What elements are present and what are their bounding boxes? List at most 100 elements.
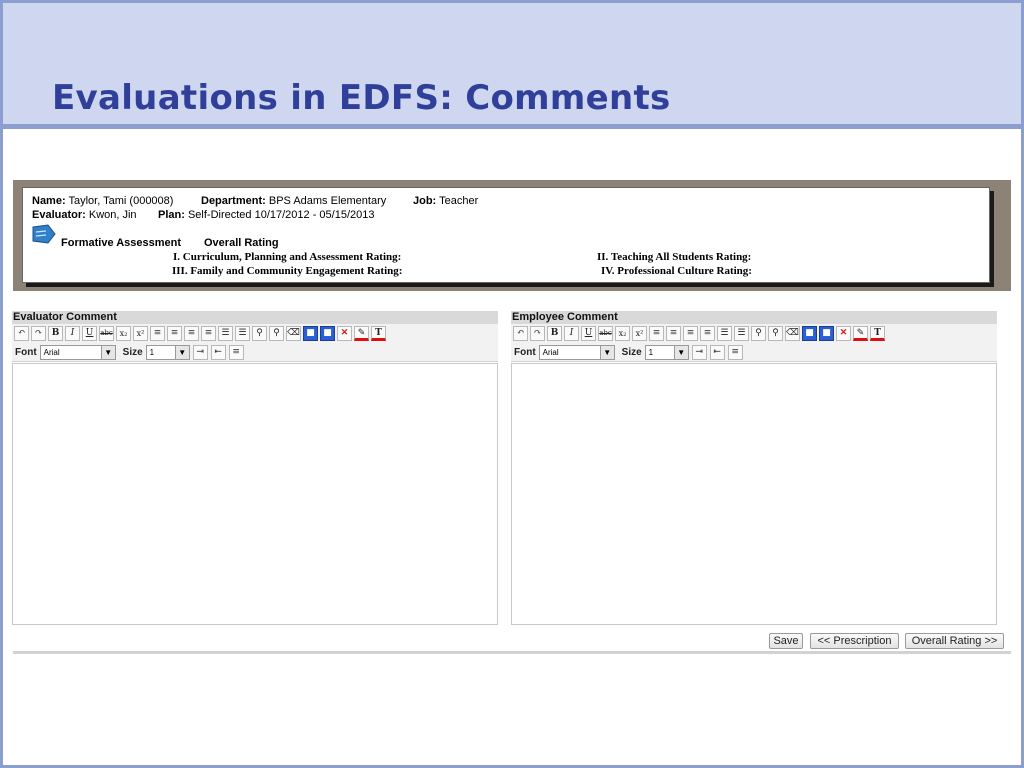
text-color-icon[interactable]: T	[870, 326, 885, 341]
eraser-icon[interactable]: ⌫	[286, 326, 301, 341]
font-label: Font	[514, 346, 536, 358]
ordered-list-icon[interactable]: ☰	[717, 326, 732, 341]
overall-rating-label: Overall Rating	[204, 237, 279, 249]
indent-icon[interactable]: ⇥	[192, 344, 208, 360]
teaching-rating-label: II. Teaching All Students Rating:	[597, 251, 752, 263]
department-label: Department:	[201, 195, 266, 207]
save-button[interactable]: Save	[769, 633, 803, 649]
bold-button[interactable]: B	[547, 326, 562, 341]
job-value: Teacher	[439, 195, 479, 207]
overall-rating-button[interactable]: Overall Rating >>	[905, 633, 1004, 649]
name-value: Taylor, Tami (000008)	[68, 195, 174, 207]
department-value: BPS Adams Elementary	[268, 195, 387, 207]
horizontal-rule-icon[interactable]: ≡	[727, 344, 743, 360]
justify-icon[interactable]: ≡	[700, 326, 715, 341]
font-select[interactable]: Arial ▼	[39, 344, 116, 360]
evaluator-value: Kwon, Jin	[88, 209, 137, 221]
unordered-list-icon[interactable]: ☰	[235, 326, 250, 341]
strikethrough-button[interactable]: abc	[99, 326, 114, 341]
employee-comment-editor[interactable]	[511, 363, 997, 625]
chevron-down-icon[interactable]: ▼	[100, 345, 115, 359]
delete-icon[interactable]: ✕	[836, 326, 851, 341]
evaluator-comment-editor[interactable]	[12, 363, 498, 625]
name-field: Name: Taylor, Tami (000008)	[32, 195, 173, 207]
horizontal-rule-icon[interactable]: ≡	[228, 344, 244, 360]
superscript-button[interactable]: x²	[133, 326, 148, 341]
employee-font-row: Font Arial ▼ Size 1 ▼ ⇥ ⇤ ≡	[511, 343, 997, 362]
replace-icon[interactable]: ⚲	[768, 326, 783, 341]
evaluator-comment-panel: Evaluator Comment ↶ ↷ B I U abc x₂ x² ≡ …	[12, 311, 498, 625]
curriculum-rating-label: I. Curriculum, Planning and Assessment R…	[173, 251, 402, 263]
prescription-button[interactable]: << Prescription	[810, 633, 899, 649]
size-select[interactable]: 1 ▼	[145, 344, 190, 360]
employee-toolbar: ↶ ↷ B I U abc x₂ x² ≡ ≡ ≡ ≡ ☰ ☰ ⚲ ⚲ ⌫ ■ …	[511, 324, 997, 343]
paste-icon[interactable]: ■	[320, 326, 335, 341]
undo-icon[interactable]: ↶	[14, 326, 29, 341]
highlight-color-icon[interactable]: ✎	[853, 326, 868, 341]
chevron-down-icon[interactable]: ▼	[599, 345, 614, 359]
find-icon[interactable]: ⚲	[751, 326, 766, 341]
highlight-color-icon[interactable]: ✎	[354, 326, 369, 341]
italic-button[interactable]: I	[564, 326, 579, 341]
size-label: Size	[621, 346, 642, 358]
align-left-icon[interactable]: ≡	[649, 326, 664, 341]
justify-icon[interactable]: ≡	[201, 326, 216, 341]
indent-icon[interactable]: ⇥	[691, 344, 707, 360]
redo-icon[interactable]: ↷	[530, 326, 545, 341]
evaluator-field: Evaluator: Kwon, Jin	[32, 209, 137, 221]
department-field: Department: BPS Adams Elementary	[201, 195, 386, 207]
slide-title: Evaluations in EDFS: Comments	[52, 78, 671, 118]
employee-info-box: Name: Taylor, Tami (000008) Department: …	[22, 187, 990, 283]
find-icon[interactable]: ⚲	[252, 326, 267, 341]
employee-comment-header: Employee Comment	[511, 311, 997, 324]
text-color-icon[interactable]: T	[371, 326, 386, 341]
chevron-down-icon[interactable]: ▼	[673, 345, 688, 359]
redo-icon[interactable]: ↷	[31, 326, 46, 341]
align-right-icon[interactable]: ≡	[683, 326, 698, 341]
job-label: Job:	[413, 195, 437, 207]
family-rating-label: III. Family and Community Engagement Rat…	[172, 265, 403, 277]
format-icon[interactable]: ■	[802, 326, 817, 341]
job-field: Job: Teacher	[413, 195, 478, 207]
ordered-list-icon[interactable]: ☰	[218, 326, 233, 341]
culture-rating-label: IV. Professional Culture Rating:	[601, 265, 752, 277]
plan-label: Plan:	[158, 209, 185, 221]
outdent-icon[interactable]: ⇤	[210, 344, 226, 360]
superscript-button[interactable]: x²	[632, 326, 647, 341]
plan-value: Self-Directed 10/17/2012 - 05/15/2013	[187, 209, 375, 221]
align-right-icon[interactable]: ≡	[184, 326, 199, 341]
footer-divider	[13, 651, 1011, 654]
align-center-icon[interactable]: ≡	[167, 326, 182, 341]
unordered-list-icon[interactable]: ☰	[734, 326, 749, 341]
employee-comment-panel: Employee Comment ↶ ↷ B I U abc x₂ x² ≡ ≡…	[511, 311, 997, 625]
evaluator-comment-header: Evaluator Comment	[12, 311, 498, 324]
name-label: Name:	[32, 195, 66, 207]
chevron-down-icon[interactable]: ▼	[174, 345, 189, 359]
replace-icon[interactable]: ⚲	[269, 326, 284, 341]
underline-button[interactable]: U	[82, 326, 97, 341]
format-icon[interactable]: ■	[303, 326, 318, 341]
paste-icon[interactable]: ■	[819, 326, 834, 341]
outdent-icon[interactable]: ⇤	[709, 344, 725, 360]
size-select[interactable]: 1 ▼	[644, 344, 689, 360]
italic-button[interactable]: I	[65, 326, 80, 341]
eraser-icon[interactable]: ⌫	[785, 326, 800, 341]
plan-field: Plan: Self-Directed 10/17/2012 - 05/15/2…	[158, 209, 375, 221]
font-label: Font	[15, 346, 37, 358]
strikethrough-button[interactable]: abc	[598, 326, 613, 341]
subscript-button[interactable]: x₂	[615, 326, 630, 341]
formative-assessment-label: Formative Assessment	[61, 237, 182, 249]
delete-icon[interactable]: ✕	[337, 326, 352, 341]
undo-icon[interactable]: ↶	[513, 326, 528, 341]
evaluator-label: Evaluator:	[32, 209, 86, 221]
evaluator-font-row: Font Arial ▼ Size 1 ▼ ⇥ ⇤ ≡	[12, 343, 498, 362]
font-select[interactable]: Arial ▼	[538, 344, 615, 360]
size-label: Size	[122, 346, 143, 358]
bold-button[interactable]: B	[48, 326, 63, 341]
title-divider	[3, 124, 1021, 129]
subscript-button[interactable]: x₂	[116, 326, 131, 341]
align-center-icon[interactable]: ≡	[666, 326, 681, 341]
align-left-icon[interactable]: ≡	[150, 326, 165, 341]
evaluator-toolbar: ↶ ↷ B I U abc x₂ x² ≡ ≡ ≡ ≡ ☰ ☰ ⚲ ⚲ ⌫ ■ …	[12, 324, 498, 343]
underline-button[interactable]: U	[581, 326, 596, 341]
